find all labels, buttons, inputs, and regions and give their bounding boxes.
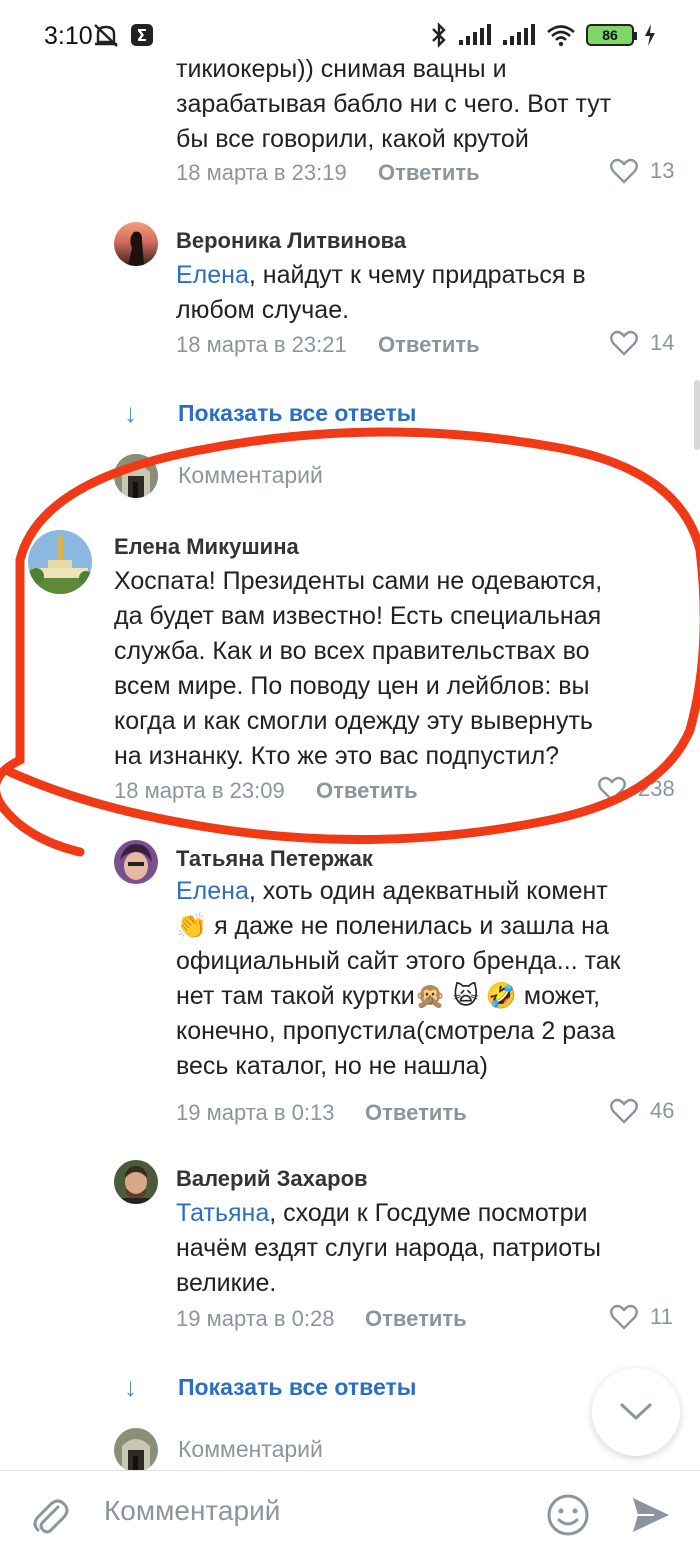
like-count: 238 — [638, 776, 675, 801]
emoji-icon[interactable] — [546, 1493, 590, 1537]
show-all-replies-link[interactable]: Показать все ответы — [178, 1374, 416, 1401]
comment-text: Татьяна, сходи к Госдуме посмотри начём … — [176, 1196, 601, 1301]
heart-icon — [610, 330, 638, 356]
comment-line: 👏 я даже не поленилась и зашла на — [176, 912, 609, 940]
comment-line: любом случае. — [176, 296, 350, 324]
comment-author[interactable]: Елена Микушина — [114, 534, 299, 560]
comment-line: официальный сайт этого бренда... так — [176, 947, 621, 975]
like-count: 11 — [650, 1304, 673, 1329]
avatar[interactable] — [28, 530, 92, 594]
comment-input-bar: Комментарий — [0, 1470, 700, 1556]
battery-level: 86 — [602, 27, 618, 43]
heart-icon — [598, 776, 626, 802]
comment-line: , сходи к Госдуме посмотри — [269, 1199, 588, 1227]
comment-date: 18 марта в 23:21 — [176, 332, 347, 357]
avatar-admiralty-image — [28, 530, 92, 594]
arrow-down-icon: ↓ — [124, 398, 137, 428]
heart-icon — [610, 1098, 638, 1124]
user-avatar — [114, 1428, 158, 1472]
alarm-off-icon — [94, 24, 118, 47]
reply-button[interactable]: Ответить — [365, 1100, 467, 1126]
status-time: 3:10 — [44, 22, 93, 50]
comment-line: зарабатывая бабло ни с чего. Вот тут — [176, 90, 612, 118]
comment-input[interactable]: Комментарий — [104, 1495, 280, 1527]
comment-author[interactable]: Валерий Захаров — [176, 1166, 368, 1192]
like-button[interactable]: 46 — [610, 1098, 674, 1124]
comment-text: Елена, хоть один адекватный комент 👏 я д… — [176, 874, 621, 1084]
charging-icon — [645, 24, 655, 46]
comment-line: нет там такой куртки🙊 🙀 🤣 может, — [176, 982, 601, 1010]
comment-prompt[interactable]: Комментарий — [178, 1436, 323, 1463]
reply-button[interactable]: Ответить — [365, 1306, 467, 1332]
comment-line: конечно, пропустила(смотрела 2 раза — [176, 1017, 616, 1045]
avatar[interactable] — [114, 1160, 158, 1204]
comment-line: , найдут к чему придраться в — [248, 261, 586, 289]
like-count: 46 — [650, 1098, 675, 1123]
like-button[interactable]: 14 — [610, 330, 674, 356]
arrow-down-icon: ↓ — [124, 1372, 137, 1402]
avatar-portrait — [114, 1160, 158, 1204]
show-all-replies-link[interactable]: Показать все ответы — [178, 400, 416, 427]
comment-author[interactable]: Вероника Литвинова — [176, 228, 406, 254]
like-button[interactable]: 238 — [598, 776, 675, 802]
comment-line: , хоть один адекватный комент — [248, 877, 608, 905]
wifi-icon — [547, 25, 575, 47]
comment-line: весь каталог, но не нашла) — [176, 1052, 488, 1080]
comment-line: начём ездят слуги народа, патриоты — [176, 1234, 601, 1262]
comment-line: великие. — [176, 1269, 277, 1297]
comment-date: 18 марта в 23:19 — [176, 160, 347, 185]
avatar-building-image — [114, 454, 158, 498]
comment-author[interactable]: Татьяна Петержак — [176, 846, 373, 872]
scroll-down-button[interactable] — [592, 1368, 680, 1456]
chevron-down-icon — [620, 1403, 652, 1420]
comment-line: когда и как смогли одежду эту вывернуть — [114, 707, 593, 735]
avatar-portrait — [114, 840, 158, 884]
comment-line: Хоспата! Президенты сами не одеваются, — [114, 567, 603, 595]
avatar[interactable] — [114, 840, 158, 884]
reply-button[interactable]: Ответить — [378, 332, 480, 358]
avatar-building-image — [114, 1428, 158, 1472]
like-button[interactable]: 11 — [610, 1304, 673, 1330]
battery-icon: 86 — [586, 24, 637, 46]
comment-prompt[interactable]: Комментарий — [178, 462, 323, 489]
signal-icon — [503, 24, 535, 45]
comment-date: 18 марта в 23:09 — [114, 778, 285, 803]
avatar-silhouette — [128, 231, 144, 266]
reply-button[interactable]: Ответить — [378, 160, 480, 186]
avatar[interactable] — [114, 222, 158, 266]
comment-line: всем мире. По поводу цен и лейблов: вы — [114, 672, 590, 700]
comment-text: Хоспата! Президенты сами не одеваются, д… — [114, 564, 602, 774]
comment-date: 19 марта в 0:13 — [176, 1100, 335, 1125]
like-count: 13 — [650, 158, 675, 183]
comment-text: Елена, найдут к чему придраться в любом … — [176, 258, 586, 328]
comment-line: на изнанку. Кто же это вас подпустил? — [114, 742, 560, 770]
comment-date: 19 марта в 0:28 — [176, 1306, 335, 1331]
comment-line: служба. Как и во всех правительствах во — [114, 637, 590, 665]
signal-icon — [459, 24, 491, 45]
reply-button[interactable]: Ответить — [316, 778, 418, 804]
mention-link[interactable]: Татьяна — [176, 1199, 269, 1227]
bluetooth-icon — [432, 22, 446, 48]
comment-line: да будет вам известно! Есть специальная — [114, 602, 602, 630]
heart-icon — [610, 1304, 638, 1330]
like-count: 14 — [650, 330, 675, 355]
user-avatar — [114, 454, 158, 498]
comment-text: тикиокеры)) снимая вацны и зарабатывая б… — [176, 52, 611, 157]
comment-line: тикиокеры)) снимая вацны и — [176, 55, 507, 83]
mention-link[interactable]: Елена — [176, 877, 249, 905]
like-button[interactable]: 13 — [610, 158, 674, 184]
heart-icon — [610, 158, 638, 184]
scrollbar[interactable] — [694, 380, 700, 450]
paperclip-icon[interactable] — [30, 1493, 70, 1537]
send-icon[interactable] — [630, 1495, 672, 1535]
app-icon — [131, 24, 153, 46]
mention-link[interactable]: Елена — [176, 261, 249, 289]
comment-line: бы все говорили, какой крутой — [176, 125, 529, 153]
